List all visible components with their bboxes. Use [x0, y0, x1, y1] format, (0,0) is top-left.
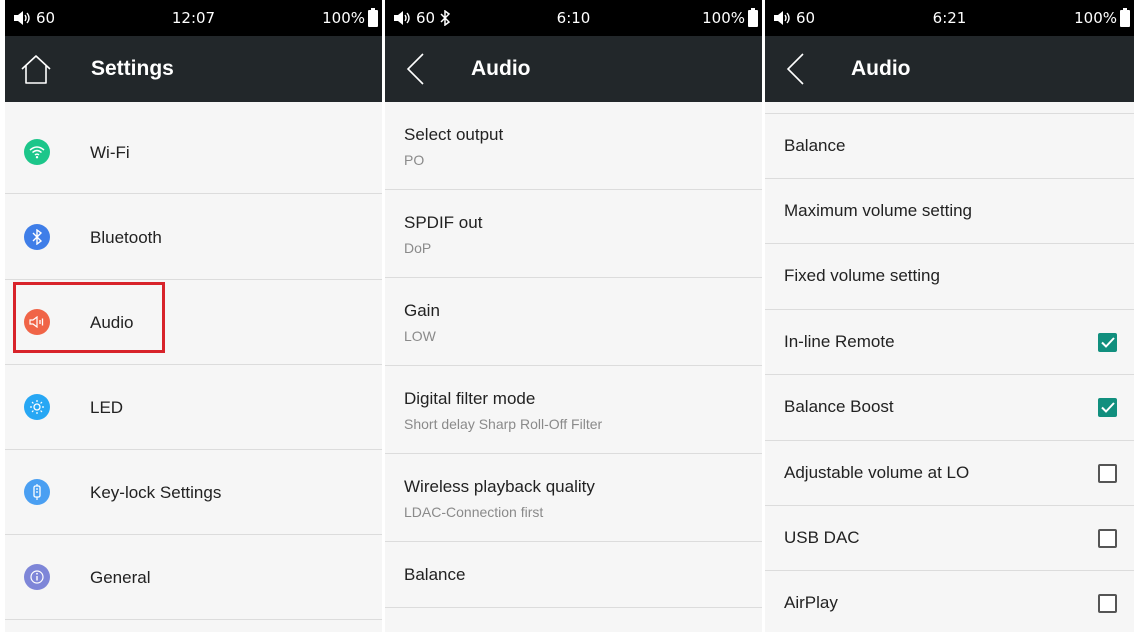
- status-bar: 60 6:21 100%: [765, 0, 1134, 36]
- back-arrow-icon: [786, 53, 804, 85]
- battery-icon: [368, 7, 378, 27]
- title-bar: Audio: [385, 36, 762, 102]
- item-title: Balance: [784, 136, 846, 155]
- settings-item-label: General: [90, 568, 151, 587]
- settings-item-wifi[interactable]: Wi-Fi: [5, 102, 382, 194]
- maximum-volume-setting-item[interactable]: Maximum volume setting: [765, 179, 1134, 244]
- sun-icon: [24, 394, 50, 420]
- fixed-volume-setting-item[interactable]: Fixed volume setting: [765, 244, 1134, 310]
- item-title: Balance: [404, 565, 466, 584]
- settings-item-key-lock[interactable]: Key-lock Settings: [5, 450, 382, 535]
- back-arrow-icon: [406, 53, 424, 85]
- settings-item-label: Key-lock Settings: [90, 483, 222, 502]
- item-title: Select output: [404, 125, 504, 144]
- usb-dac-checkbox[interactable]: [1098, 529, 1117, 548]
- spdif-out-item[interactable]: SPDIF out DoP: [385, 190, 762, 278]
- inline-remote-item[interactable]: In-line Remote: [765, 310, 1134, 375]
- balance-item[interactable]: Balance: [765, 114, 1134, 179]
- airplay-item[interactable]: AirPlay: [765, 571, 1134, 632]
- adjustable-volume-at-lo-checkbox[interactable]: [1098, 464, 1117, 483]
- item-title: USB DAC: [784, 528, 860, 547]
- usb-dac-item[interactable]: USB DAC: [765, 506, 1134, 571]
- item-value: LOW: [404, 328, 436, 344]
- item-value: DoP: [404, 240, 432, 256]
- home-icon: [21, 55, 51, 84]
- key-lock-icon: [24, 479, 50, 505]
- balance-item[interactable]: Balance: [385, 542, 762, 608]
- item-title: Adjustable volume at LO: [784, 463, 970, 482]
- item-value: PO: [404, 152, 425, 168]
- item-title: Maximum volume setting: [784, 201, 973, 220]
- checkmark-icon: [1100, 337, 1115, 348]
- battery-percent: 100%: [702, 9, 745, 27]
- item-title: SPDIF out: [404, 213, 483, 232]
- item-title: Fixed volume setting: [784, 266, 940, 285]
- item-title: Balance Boost: [784, 397, 894, 416]
- battery-icon: [1120, 7, 1130, 27]
- battery-percent: 100%: [322, 9, 365, 27]
- settings-item-label: LED: [90, 398, 124, 417]
- audio-screen: 60 6:10 100% Audio Select output PO SPDI…: [385, 0, 762, 632]
- bluetooth-icon: [24, 224, 50, 250]
- adjustable-volume-at-lo-item[interactable]: Adjustable volume at LO: [765, 441, 1134, 506]
- settings-item-bluetooth[interactable]: Bluetooth: [5, 194, 382, 280]
- checkmark-icon: [1100, 402, 1115, 413]
- back-button[interactable]: [405, 36, 427, 102]
- item-title: In-line Remote: [784, 332, 895, 351]
- battery-percent: 100%: [1074, 9, 1117, 27]
- item-title: Digital filter mode: [404, 389, 536, 408]
- audio-highlight-box: [13, 282, 165, 353]
- balance-boost-checkbox[interactable]: [1098, 398, 1117, 417]
- page-title: Audio: [471, 57, 531, 80]
- digital-filter-mode-item[interactable]: Digital filter mode Short delay Sharp Ro…: [385, 366, 762, 454]
- wireless-playback-quality-item[interactable]: Wireless playback quality LDAC-Connectio…: [385, 454, 762, 542]
- list-item-partial: [765, 102, 1134, 114]
- settings-item-label: Bluetooth: [90, 228, 162, 247]
- settings-item-label: Wi-Fi: [90, 143, 130, 162]
- inline-remote-checkbox[interactable]: [1098, 333, 1117, 352]
- select-output-item[interactable]: Select output PO: [385, 102, 762, 190]
- item-title: AirPlay: [784, 593, 838, 612]
- settings-item-led[interactable]: LED: [5, 365, 382, 450]
- item-title: Gain: [404, 301, 440, 320]
- page-title: Audio: [851, 57, 911, 80]
- title-bar: Settings: [5, 36, 382, 102]
- info-icon: [24, 564, 50, 590]
- page-title: Settings: [91, 57, 174, 80]
- item-title: Wireless playback quality: [404, 477, 595, 496]
- settings-item-general[interactable]: General: [5, 535, 382, 620]
- airplay-checkbox[interactable]: [1098, 594, 1117, 613]
- audio-screen-scrolled: 60 6:21 100% Audio Balance Maximum volum…: [765, 0, 1134, 632]
- home-button[interactable]: [19, 36, 53, 102]
- battery-icon: [748, 7, 758, 27]
- status-bar: 60 6:10 100%: [385, 0, 762, 36]
- gain-item[interactable]: Gain LOW: [385, 278, 762, 366]
- item-value: Short delay Sharp Roll-Off Filter: [404, 416, 603, 432]
- item-value: LDAC-Connection first: [404, 504, 544, 520]
- settings-screen: 60 12:07 100% Settings Wi-Fi Bluetooth A…: [5, 0, 382, 632]
- status-bar: 60 12:07 100%: [5, 0, 382, 36]
- title-bar: Audio: [765, 36, 1134, 102]
- balance-boost-item[interactable]: Balance Boost: [765, 375, 1134, 441]
- wifi-icon: [24, 139, 50, 165]
- back-button[interactable]: [785, 36, 807, 102]
